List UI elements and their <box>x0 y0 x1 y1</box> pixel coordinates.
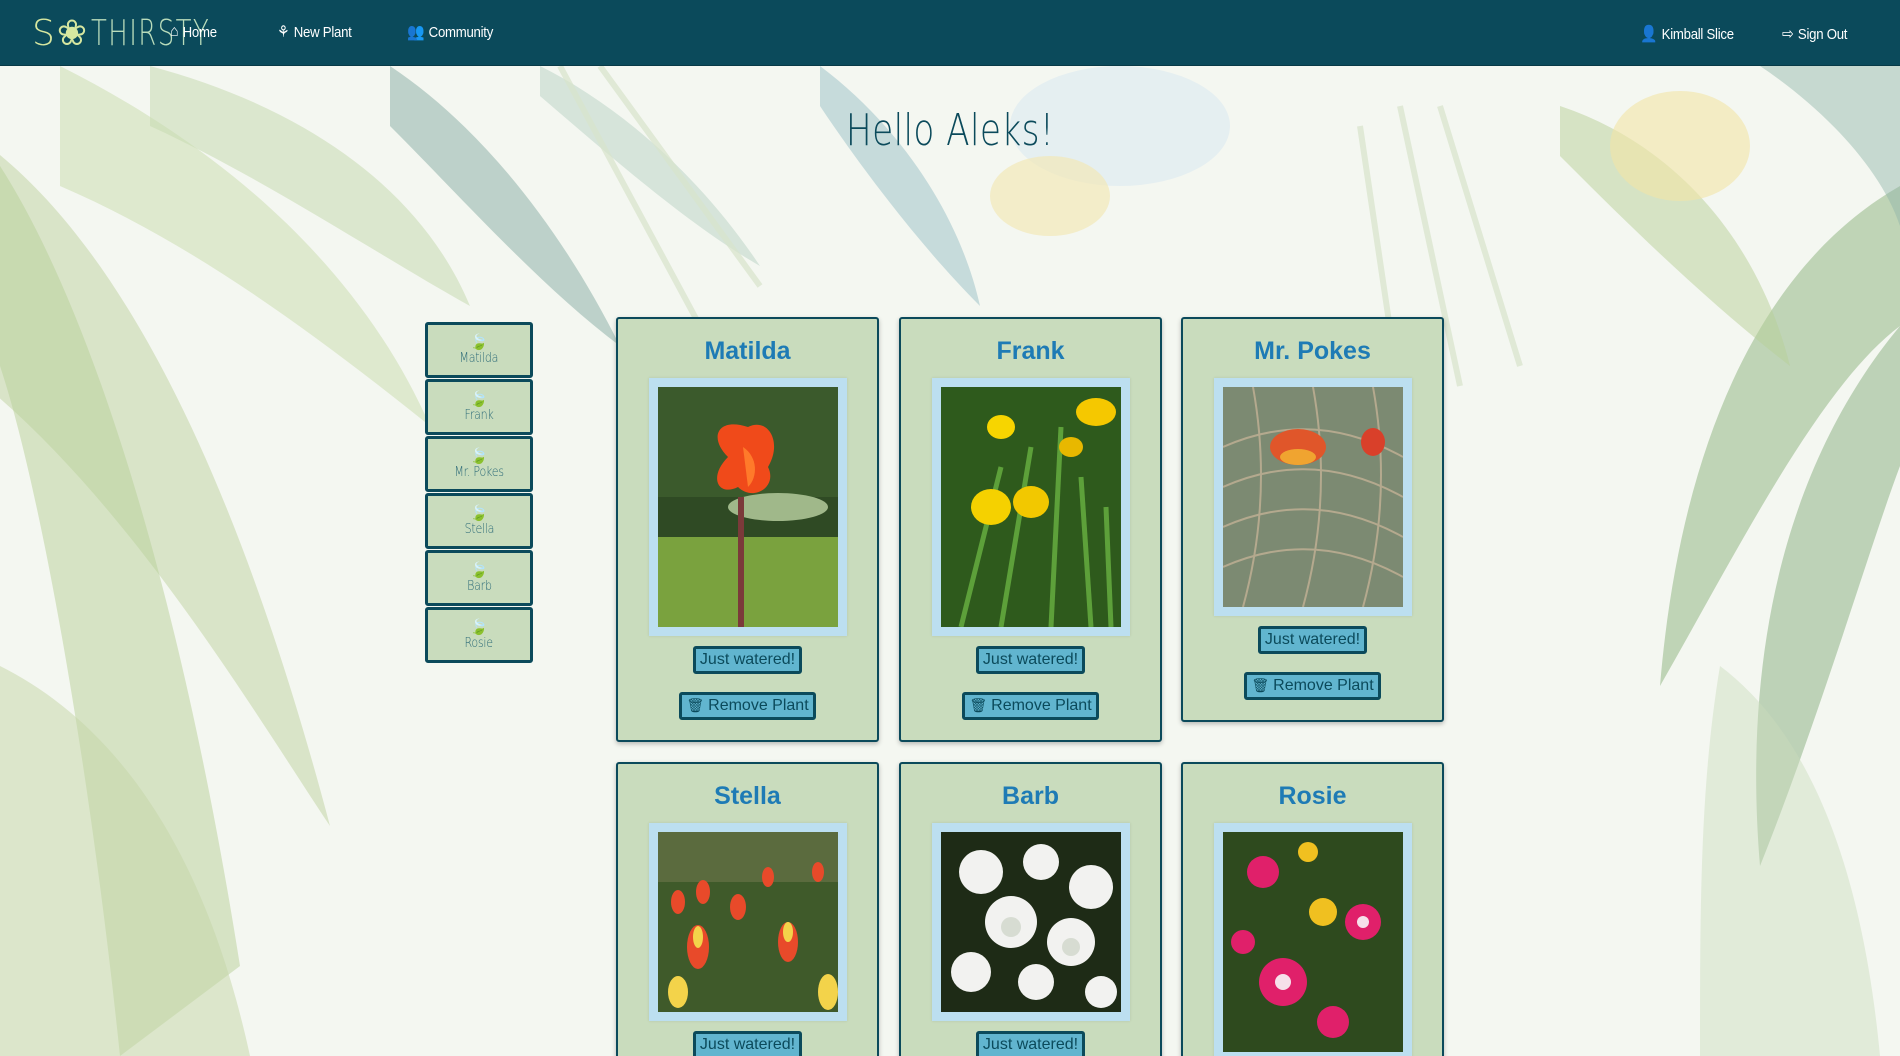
nav-community-link[interactable]: 👥 Community <box>407 20 493 44</box>
plant-card-mr-pokes: Mr. Pokes Just watered! 🗑 Remove Plant <box>1181 317 1444 722</box>
plant-sidebar: 🍃 Matilda 🍃 Frank 🍃 Mr. Pokes 🍃 Stella 🍃… <box>425 322 533 664</box>
trash-icon: 🗑 <box>1251 677 1270 693</box>
plant-photo-frame <box>648 823 847 1021</box>
nav-sign-out-label: Sign Out <box>1797 25 1848 43</box>
trash-icon: 🗑 <box>686 697 705 713</box>
plant-photo <box>657 387 838 627</box>
sidebar-item-matilda[interactable]: 🍃 Matilda <box>425 322 533 378</box>
sidebar-item-label: Frank <box>464 407 494 423</box>
nav-user-label: Kimball Slice <box>1661 25 1734 43</box>
nav-sign-out-link[interactable]: ⇨ Sign Out <box>1782 22 1847 46</box>
nav-user-link[interactable]: 👤 Kimball Slice <box>1640 22 1734 46</box>
plant-name: Frank <box>996 337 1065 365</box>
plant-photo-frame <box>931 378 1130 636</box>
leaf-icon: 🍃 <box>469 504 489 522</box>
plant-name: Matilda <box>704 337 791 365</box>
plant-photo-frame <box>931 823 1130 1021</box>
plant-card-rosie: Rosie <box>1181 762 1444 1056</box>
leaf-icon: 🍃 <box>469 561 489 579</box>
nav-home-link[interactable]: ⌂ Home <box>170 20 217 44</box>
just-watered-button[interactable]: Just watered! <box>975 646 1086 674</box>
users-icon: 👥 <box>407 24 425 41</box>
leaf-icon: 🍃 <box>469 618 489 636</box>
remove-plant-button[interactable]: 🗑 Remove Plant <box>679 692 816 720</box>
plant-name: Mr. Pokes <box>1254 337 1371 365</box>
just-watered-button[interactable]: Just watered! <box>1257 626 1368 654</box>
plant-photo <box>1222 387 1403 607</box>
nav-home-label: Home <box>182 23 217 41</box>
plant-photo <box>657 832 838 1012</box>
plant-photo <box>1222 832 1403 1052</box>
trash-icon: 🗑 <box>969 697 988 713</box>
remove-plant-label: Remove Plant <box>1273 677 1374 694</box>
just-watered-button[interactable]: Just watered! <box>975 1031 1086 1056</box>
nav-new-plant-label: New Plant <box>293 23 352 41</box>
remove-plant-button[interactable]: 🗑 Remove Plant <box>1244 672 1381 700</box>
nav-community-label: Community <box>428 23 494 41</box>
brand-logo[interactable]: S ❀ THIRSTY <box>32 10 257 56</box>
nav-new-plant-link[interactable]: ⚘ New Plant <box>277 20 352 44</box>
plant-card-stella: Stella Just watered! <box>616 762 879 1056</box>
sidebar-item-label: Barb <box>466 578 492 594</box>
plant-name: Stella <box>714 782 781 810</box>
remove-plant-label: Remove Plant <box>991 697 1092 714</box>
plant-name: Barb <box>1002 782 1059 810</box>
page-greeting: Hello Aleks! <box>845 105 1055 156</box>
sidebar-item-mr-pokes[interactable]: 🍃 Mr. Pokes <box>425 436 533 492</box>
plant-card-matilda: Matilda Just watered! 🗑 Remove Plant <box>616 317 879 742</box>
home-icon: ⌂ <box>170 23 179 40</box>
remove-plant-label: Remove Plant <box>708 697 809 714</box>
plant-photo-frame <box>1213 378 1412 616</box>
just-watered-button[interactable]: Just watered! <box>692 646 803 674</box>
sidebar-item-stella[interactable]: 🍃 Stella <box>425 493 533 549</box>
plant-photo <box>940 832 1121 1012</box>
sidebar-item-label: Matilda <box>459 350 499 366</box>
plant-photo <box>940 387 1121 627</box>
sidebar-item-rosie[interactable]: 🍃 Rosie <box>425 607 533 663</box>
plant-name: Rosie <box>1278 782 1347 810</box>
sidebar-item-label: Rosie <box>464 635 494 651</box>
leaf-icon: 🍃 <box>469 333 489 351</box>
sidebar-item-label: Mr. Pokes <box>454 464 504 480</box>
sidebar-item-barb[interactable]: 🍃 Barb <box>425 550 533 606</box>
plant-photo-frame <box>648 378 847 636</box>
sign-out-icon: ⇨ <box>1782 26 1794 43</box>
just-watered-button[interactable]: Just watered! <box>692 1031 803 1056</box>
leaf-icon: 🍃 <box>469 390 489 408</box>
sidebar-item-label: Stella <box>464 521 494 537</box>
remove-plant-button[interactable]: 🗑 Remove Plant <box>962 692 1099 720</box>
leaf-icon: 🍃 <box>469 447 489 465</box>
plant-card-frank: Frank Just watered! 🗑 Remove Plant <box>899 317 1162 742</box>
flower-icon: ❀ <box>56 12 90 54</box>
plant-card-barb: Barb Just watered! <box>899 762 1162 1056</box>
plant-photo-frame <box>1213 823 1412 1056</box>
brand-prefix: S <box>32 12 57 54</box>
sidebar-item-frank[interactable]: 🍃 Frank <box>425 379 533 435</box>
navbar: S ❀ THIRSTY ⌂ Home ⚘ New Plant 👥 Communi… <box>0 0 1900 66</box>
user-icon: 👤 <box>1640 26 1658 43</box>
seedling-icon: ⚘ <box>277 24 290 41</box>
